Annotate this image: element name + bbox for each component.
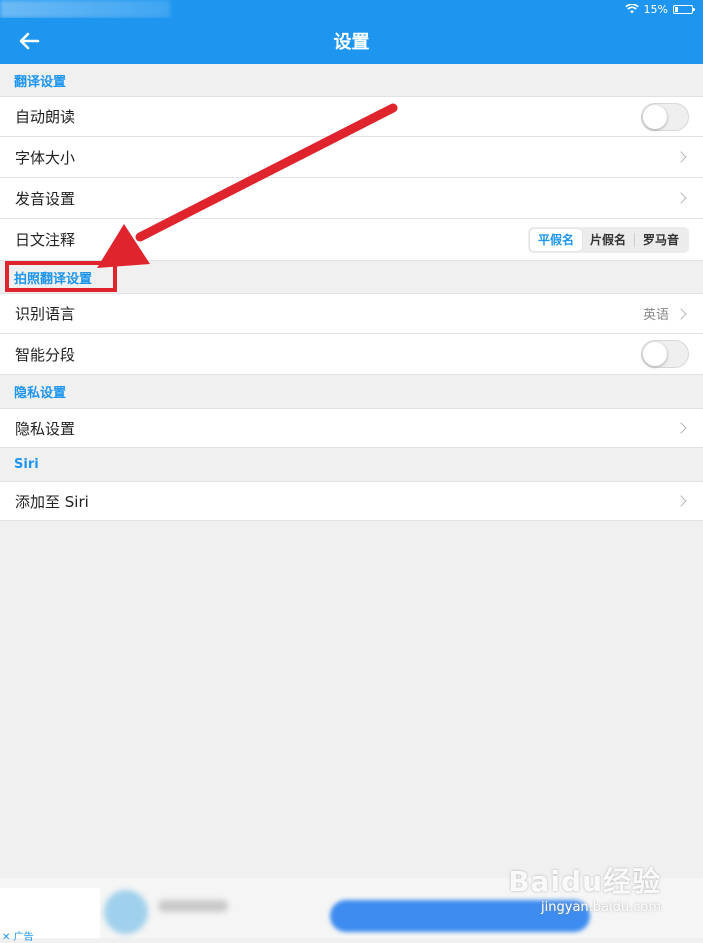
section-header-privacy: 隐私设置 — [14, 386, 67, 401]
row-label: 字体大小 — [15, 148, 76, 167]
auto-read-toggle[interactable] — [641, 102, 689, 131]
battery-percentage: 15% — [643, 2, 668, 16]
section-header-translation: 翻译设置 — [14, 74, 67, 90]
battery-icon — [673, 4, 695, 14]
status-bar-blurred-left — [0, 0, 170, 18]
chevron-right-icon — [675, 422, 687, 434]
smart-paragraph-toggle[interactable] — [641, 340, 689, 368]
back-button[interactable] — [14, 27, 44, 55]
row-japanese-annotation: 日文注释 平假名 片假名 罗马音 — [0, 219, 703, 261]
row-label: 智能分段 — [15, 345, 76, 364]
chevron-right-icon — [675, 495, 687, 507]
row-label: 发音设置 — [15, 189, 76, 208]
back-arrow-icon — [19, 32, 40, 50]
chevron-right-icon — [675, 151, 687, 163]
status-bar: 15% — [0, 0, 703, 18]
wifi-icon — [624, 4, 639, 14]
row-auto-read: 自动朗读 — [0, 96, 703, 137]
segment-katakana[interactable]: 片假名 — [582, 229, 634, 251]
annotation-highlight-box — [5, 261, 117, 292]
row-font-size[interactable]: 字体大小 — [0, 137, 703, 178]
recognize-language-value: 英语 — [642, 308, 669, 323]
toggle-knob — [643, 104, 667, 129]
baidu-watermark: Baidu经验 jingyan.baidu.com — [508, 860, 661, 915]
row-label: 隐私设置 — [15, 419, 76, 438]
row-label: 自动朗读 — [15, 108, 76, 126]
row-pronunciation[interactable]: 发音设置 — [0, 178, 703, 219]
japanese-annotation-segmented-control: 平假名 片假名 罗马音 — [528, 226, 689, 253]
chevron-right-icon — [675, 307, 687, 320]
row-label: 添加至 Siri — [15, 492, 89, 511]
status-right: 15% — [624, 2, 695, 16]
segment-hiragana[interactable]: 平假名 — [530, 228, 582, 251]
ad-label[interactable]: ✕ 广告 — [2, 928, 34, 943]
ad-blurred-text — [158, 900, 228, 912]
row-add-to-siri[interactable]: 添加至 Siri — [0, 481, 703, 521]
row-label: 识别语言 — [15, 305, 76, 323]
watermark-main: Baidu经验 — [508, 865, 661, 898]
chevron-right-icon — [675, 192, 687, 204]
page-title: 设置 — [333, 32, 370, 53]
row-recognize-language[interactable]: 识别语言 英语 — [0, 293, 703, 334]
nav-bar: 设置 — [0, 18, 703, 64]
segment-romaji[interactable]: 罗马音 — [635, 229, 687, 251]
watermark-sub: jingyan.baidu.com — [541, 900, 661, 915]
toggle-knob — [643, 342, 667, 366]
row-privacy-settings[interactable]: 隐私设置 — [0, 408, 703, 448]
row-label: 日文注释 — [15, 231, 76, 249]
row-smart-paragraph: 智能分段 — [0, 334, 703, 375]
section-header-siri: Siri — [14, 457, 39, 472]
ad-thumbnail — [104, 890, 148, 934]
